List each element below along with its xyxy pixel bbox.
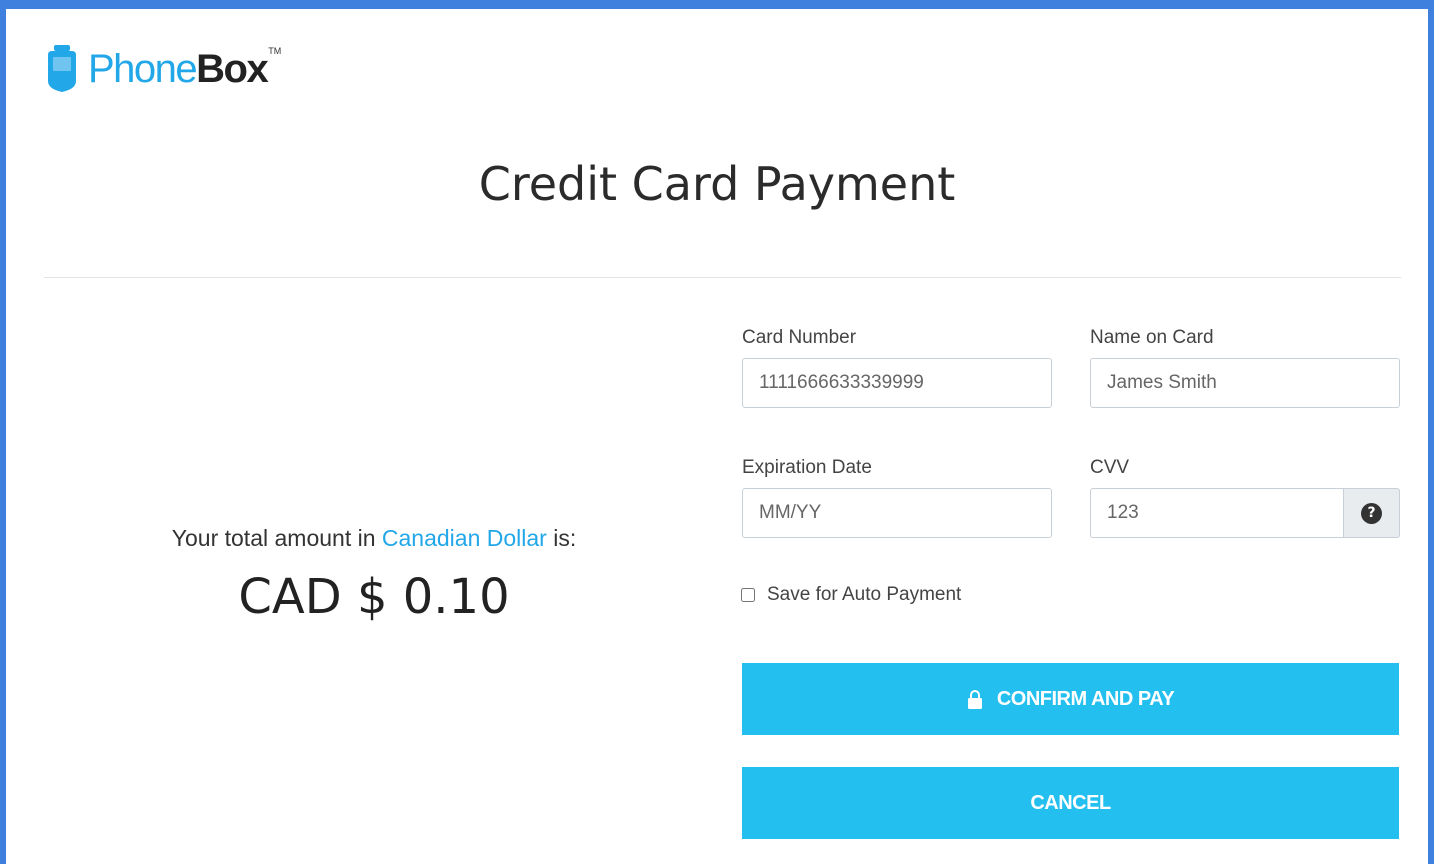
total-amount-label: Your total amount in Canadian Dollar is: bbox=[96, 525, 652, 552]
name-on-card-label: Name on Card bbox=[1090, 327, 1214, 348]
auto-payment-label: Save for Auto Payment bbox=[767, 584, 962, 605]
lock-icon bbox=[967, 690, 982, 709]
cvv-help-button[interactable]: ? bbox=[1344, 488, 1400, 538]
logo-box-text: Box bbox=[196, 47, 269, 91]
question-circle-icon: ? bbox=[1361, 502, 1382, 524]
cvv-input[interactable] bbox=[1090, 488, 1344, 538]
payment-panel: PhoneBox TM Credit Card Payment Your tot… bbox=[6, 9, 1428, 864]
cancel-label: CANCEL bbox=[1030, 791, 1111, 814]
expiration-date-input[interactable] bbox=[742, 488, 1052, 538]
total-amount-value: CAD $ 0.10 bbox=[238, 569, 510, 625]
auto-payment-option[interactable]: Save for Auto Payment bbox=[741, 584, 961, 606]
phonebox-logo-icon bbox=[48, 45, 76, 92]
cancel-button[interactable]: CANCEL bbox=[742, 767, 1399, 839]
currency-name: Canadian Dollar bbox=[381, 525, 547, 551]
logo-trademark: TM bbox=[268, 46, 282, 56]
cvv-label: CVV bbox=[1090, 457, 1130, 478]
page-title: Credit Card Payment bbox=[478, 157, 956, 211]
expiration-date-label: Expiration Date bbox=[742, 457, 872, 478]
logo-wordmark: PhoneBox bbox=[88, 47, 269, 91]
confirm-and-pay-label: CONFIRM AND PAY bbox=[996, 687, 1175, 710]
card-number-input[interactable] bbox=[742, 358, 1052, 408]
total-label-prefix: Your total amount in bbox=[171, 525, 376, 551]
phonebox-logo: PhoneBox TM bbox=[44, 39, 281, 99]
name-on-card-input[interactable] bbox=[1090, 358, 1400, 408]
confirm-and-pay-button[interactable]: CONFIRM AND PAY bbox=[742, 663, 1399, 735]
auto-payment-checkbox[interactable] bbox=[741, 588, 755, 602]
logo-phone-text: Phone bbox=[88, 47, 198, 91]
header-divider bbox=[44, 277, 1401, 278]
card-number-label: Card Number bbox=[742, 327, 857, 348]
total-label-suffix: is: bbox=[553, 525, 577, 551]
